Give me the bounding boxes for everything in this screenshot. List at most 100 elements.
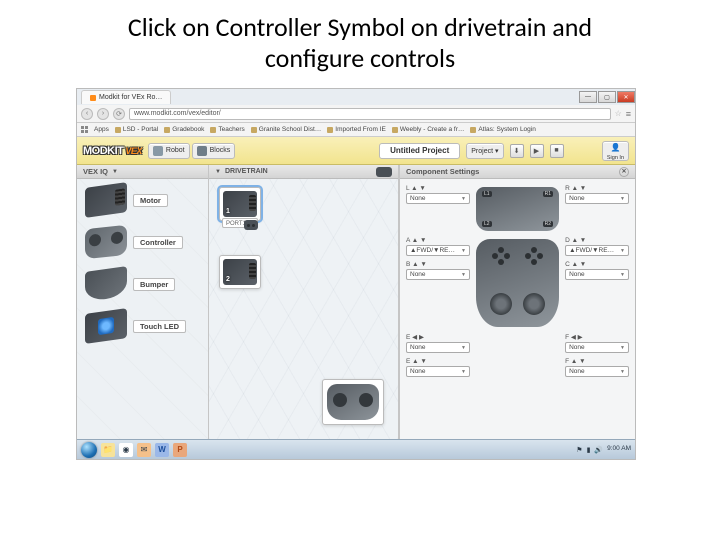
bookmark-item[interactable]: Granite School Dist… (251, 126, 322, 133)
app-main: VEX IQ ▼ Motor Controller Bumper (77, 165, 635, 439)
sidebar-list[interactable]: Motor Controller Bumper Touch LED (77, 179, 208, 439)
blocks-icon (197, 146, 207, 156)
address-bar: ‹ › ⟳ www.modkit.com/vex/editor/ ☆ ≡ (77, 105, 635, 123)
controller-indicator-icon[interactable] (376, 167, 392, 177)
stage-header: ▼ DRIVETRAIN (209, 165, 398, 179)
apps-icon[interactable] (81, 126, 88, 133)
bookmark-star-icon[interactable]: ☆ (615, 109, 622, 118)
bookmark-item[interactable]: Weebly - Create a fr… (392, 126, 465, 133)
stage-motor-block-1[interactable]: 1 PORT1 ▾ (219, 187, 261, 221)
dropdown-E-lr[interactable]: None▼ (406, 342, 470, 353)
dropdown-D[interactable]: ▲FWD/▼RE…▼ (565, 245, 629, 256)
close-settings-button[interactable]: ✕ (619, 167, 629, 177)
bookmark-item[interactable]: LSD - Portal (115, 126, 158, 133)
menu-icon[interactable]: ≡ (626, 109, 631, 119)
dropdown-R[interactable]: None▼ (565, 193, 629, 204)
slide-title-line2: configure controls (265, 42, 455, 74)
controller-icon (85, 225, 127, 259)
dropdown-L[interactable]: None▼ (406, 193, 470, 204)
dropdown-E-ud[interactable]: None▼ (406, 366, 470, 377)
stage-title: DRIVETRAIN (225, 168, 268, 175)
download-button[interactable]: ⬇ (510, 144, 524, 158)
system-tray: ⚑ ▮ 🔊 9:00 AM (576, 446, 631, 454)
url-input[interactable]: www.modkit.com/vex/editor/ (129, 108, 611, 120)
touch-led-icon (85, 308, 127, 344)
chevron-down-icon[interactable]: ▼ (215, 169, 221, 175)
sidebar-item-motor[interactable]: Motor (77, 179, 208, 221)
chevron-down-icon: ▼ (620, 369, 625, 375)
field-R: R ▲ ▼ None▼ (565, 185, 629, 204)
tray-volume-icon[interactable]: 🔊 (594, 446, 603, 454)
controller-graphic (327, 384, 379, 420)
user-icon: 👤 (610, 143, 620, 152)
taskbar-word-icon[interactable]: W (155, 443, 169, 457)
start-button[interactable] (81, 442, 97, 458)
minimize-button[interactable]: — (579, 91, 597, 103)
bookmark-item[interactable]: Atlas: System Login (470, 126, 535, 133)
dropdown-B[interactable]: None▼ (406, 269, 470, 280)
sidebar-item-bumper[interactable]: Bumper (77, 263, 208, 305)
stop-button[interactable]: ■ (550, 144, 564, 158)
dropdown-C[interactable]: None▼ (565, 269, 629, 280)
robot-icon (153, 146, 163, 156)
bookmark-folder-icon (470, 127, 476, 133)
stage-motor-block-2[interactable]: 2 (219, 255, 261, 289)
dropdown-A[interactable]: ▲FWD/▼RE…▼ (406, 245, 470, 256)
app-header: MODKITVEX Robot Blocks Untitled Project … (77, 137, 635, 165)
tray-network-icon[interactable]: ▮ (587, 446, 591, 454)
chevron-down-icon: ▼ (112, 169, 118, 175)
close-button[interactable]: ✕ (617, 91, 635, 103)
tray-flag-icon[interactable]: ⚑ (576, 446, 582, 454)
back-button[interactable]: ‹ (81, 108, 93, 120)
chevron-down-icon: ▼ (620, 272, 625, 278)
controller-symbol-button[interactable] (244, 220, 258, 230)
maximize-button[interactable]: ▢ (598, 91, 616, 103)
apps-label[interactable]: Apps (94, 126, 109, 133)
chevron-down-icon: ▼ (461, 345, 466, 351)
bookmark-folder-icon (210, 127, 216, 133)
robot-tab[interactable]: Robot (148, 143, 190, 159)
stage-controller-block[interactable] (322, 379, 384, 425)
tab-title: Modkit for VEx Ro… (99, 94, 162, 101)
project-menu[interactable]: Project ▾ (466, 143, 503, 159)
forward-button[interactable]: › (97, 108, 109, 120)
field-A: A ▲ ▼ ▲FWD/▼RE…▼ (406, 237, 470, 256)
settings-header: Component Settings ✕ (400, 165, 635, 179)
taskbar-explorer-icon[interactable]: 📁 (101, 443, 115, 457)
chevron-down-icon: ▼ (461, 272, 466, 278)
favicon-icon (90, 95, 96, 101)
right-stick-icon (523, 293, 545, 315)
sidebar-header[interactable]: VEX IQ ▼ (77, 165, 208, 179)
taskbar-powerpoint-icon[interactable]: P (173, 443, 187, 457)
bookmark-item[interactable]: Imported From IE (327, 126, 386, 133)
play-button[interactable]: ▶ (530, 144, 544, 158)
taskbar-outlook-icon[interactable]: ✉ (137, 443, 151, 457)
field-E-lr: E ◀ ▶ None▼ (406, 333, 470, 353)
robot-stage[interactable]: ▼ DRIVETRAIN 1 PORT1 ▾ 2 (209, 165, 399, 439)
right-buttons-icon (525, 247, 543, 265)
bookmarks-bar: Apps LSD - Portal Gradebook Teachers Gra… (77, 123, 635, 137)
sidebar-item-touch-led[interactable]: Touch LED (77, 305, 208, 347)
chevron-down-icon: ▼ (461, 196, 466, 202)
dropdown-F-ud[interactable]: None▼ (565, 366, 629, 377)
dropdown-F-lr[interactable]: None▼ (565, 342, 629, 353)
controller-face-illustration (476, 239, 559, 327)
bookmark-item[interactable]: Teachers (210, 126, 244, 133)
field-F-ud: F ▲ ▼ None▼ (565, 358, 629, 377)
window-controls: — ▢ ✕ (579, 91, 635, 103)
field-F-lr: F ◀ ▶ None▼ (565, 333, 629, 353)
field-L: L ▲ ▼ None▼ (406, 185, 470, 204)
sidebar-item-controller[interactable]: Controller (77, 221, 208, 263)
component-settings-panel: Component Settings ✕ L ▲ ▼ None▼ (399, 165, 635, 439)
browser-tab[interactable]: Modkit for VEx Ro… (81, 90, 171, 104)
blocks-tab[interactable]: Blocks (192, 143, 236, 159)
taskbar-chrome-icon[interactable]: ◉ (119, 443, 133, 457)
url-text: www.modkit.com/vex/editor/ (134, 110, 221, 117)
sign-in-button[interactable]: 👤 Sign In (602, 141, 629, 161)
taskbar-clock[interactable]: 9:00 AM (607, 446, 631, 453)
reload-button[interactable]: ⟳ (113, 108, 125, 120)
project-title[interactable]: Untitled Project (379, 143, 460, 159)
bookmark-item[interactable]: Gradebook (164, 126, 204, 133)
field-B: B ▲ ▼ None▼ (406, 261, 470, 280)
motor-graphic: 1 (223, 191, 257, 217)
